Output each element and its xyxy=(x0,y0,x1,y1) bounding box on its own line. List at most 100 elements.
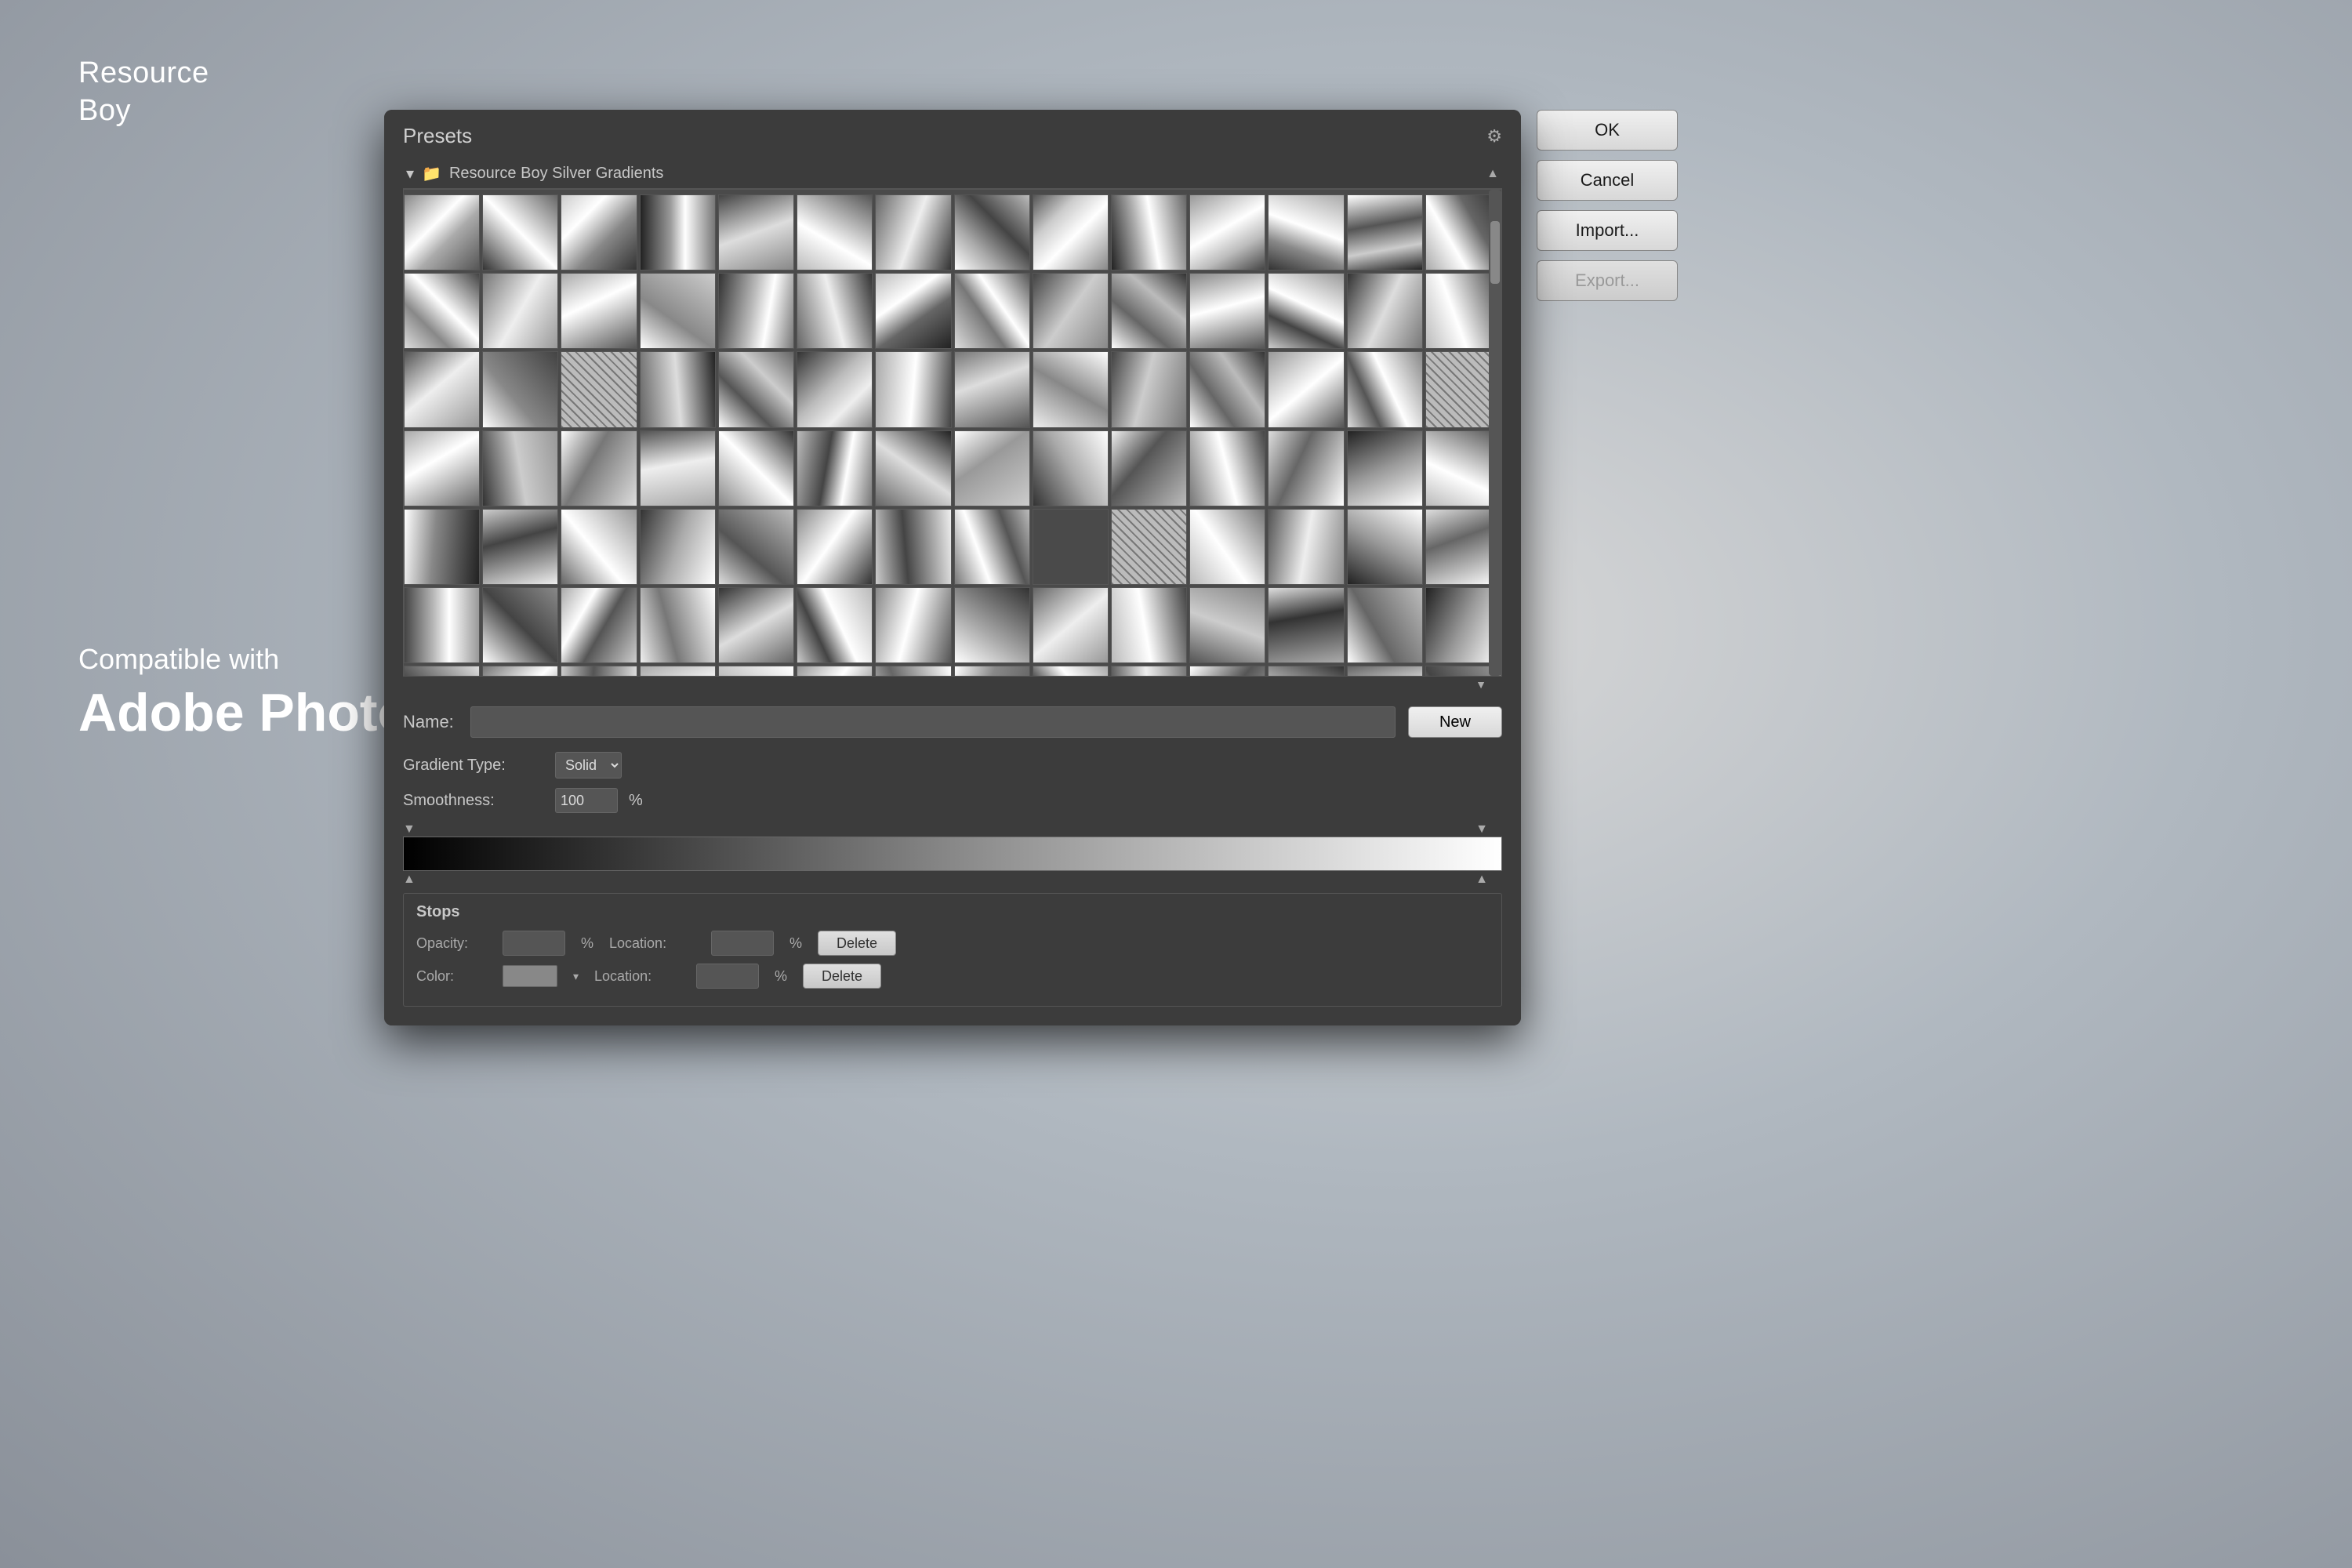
gradient-item[interactable] xyxy=(1347,666,1423,676)
gradient-item[interactable] xyxy=(482,587,558,663)
gradient-item[interactable] xyxy=(404,587,480,663)
gradient-item[interactable] xyxy=(561,509,637,585)
gradient-item[interactable] xyxy=(482,194,558,270)
smoothness-input[interactable] xyxy=(555,788,618,813)
gradient-item[interactable] xyxy=(954,587,1030,663)
folder-row[interactable]: ▾ 📁 Resource Boy Silver Gradients ▲ xyxy=(403,159,1502,189)
gradient-item[interactable] xyxy=(561,194,637,270)
gradient-item[interactable] xyxy=(1347,430,1423,506)
cancel-button[interactable]: Cancel xyxy=(1537,160,1678,201)
gradient-item[interactable] xyxy=(404,194,480,270)
grid-scrollbar[interactable] xyxy=(1489,190,1501,676)
gradient-item[interactable] xyxy=(1347,194,1423,270)
gradient-item[interactable] xyxy=(640,666,716,676)
gradient-item[interactable] xyxy=(797,430,873,506)
gradient-item[interactable] xyxy=(875,587,951,663)
gradient-item[interactable] xyxy=(1189,587,1265,663)
gradient-item[interactable] xyxy=(954,351,1030,427)
gradient-item[interactable] xyxy=(1111,509,1187,585)
gradient-item[interactable] xyxy=(640,273,716,349)
gradient-item[interactable] xyxy=(1268,194,1344,270)
gradient-item[interactable] xyxy=(718,666,794,676)
gradient-item[interactable] xyxy=(797,509,873,585)
gradient-item[interactable] xyxy=(640,509,716,585)
gradient-item[interactable] xyxy=(1033,430,1109,506)
gradient-item[interactable] xyxy=(1189,666,1265,676)
gradient-item[interactable] xyxy=(1189,273,1265,349)
gradient-item[interactable] xyxy=(404,509,480,585)
gradient-item[interactable] xyxy=(482,509,558,585)
gradient-item[interactable] xyxy=(797,587,873,663)
gradient-item[interactable] xyxy=(718,273,794,349)
gradient-item[interactable] xyxy=(954,273,1030,349)
gradient-item[interactable] xyxy=(1111,351,1187,427)
export-button[interactable]: Export... xyxy=(1537,260,1678,301)
gradient-item[interactable] xyxy=(797,351,873,427)
gradient-item[interactable] xyxy=(561,587,637,663)
gradient-item[interactable] xyxy=(1347,509,1423,585)
gradient-item[interactable] xyxy=(1189,351,1265,427)
gradient-item[interactable] xyxy=(1268,273,1344,349)
gradient-item[interactable] xyxy=(718,194,794,270)
gear-icon[interactable]: ⚙ xyxy=(1486,126,1502,147)
color-swatch[interactable] xyxy=(503,965,557,987)
gradient-item[interactable] xyxy=(561,273,637,349)
gradient-item[interactable] xyxy=(954,666,1030,676)
gradient-item[interactable] xyxy=(482,430,558,506)
ok-button[interactable]: OK xyxy=(1537,110,1678,151)
gradient-item[interactable] xyxy=(1033,587,1109,663)
color-location-input[interactable] xyxy=(696,964,759,989)
gradient-item[interactable] xyxy=(875,194,951,270)
gradient-item[interactable] xyxy=(1268,666,1344,676)
gradient-item[interactable] xyxy=(1268,351,1344,427)
gradient-item[interactable] xyxy=(404,430,480,506)
gradient-item[interactable] xyxy=(640,587,716,663)
gradient-item[interactable] xyxy=(718,587,794,663)
gradient-item[interactable] xyxy=(640,351,716,427)
new-button[interactable]: New xyxy=(1408,706,1502,738)
gradient-item[interactable] xyxy=(954,430,1030,506)
gradient-bar[interactable] xyxy=(403,837,1502,871)
gradient-item[interactable] xyxy=(404,666,480,676)
gradient-item[interactable] xyxy=(1111,587,1187,663)
gradient-item[interactable] xyxy=(1111,666,1187,676)
gradient-item[interactable] xyxy=(482,666,558,676)
gradient-item[interactable] xyxy=(1268,430,1344,506)
gradient-item[interactable] xyxy=(561,430,637,506)
gradient-item[interactable] xyxy=(561,666,637,676)
gradient-item[interactable] xyxy=(1268,587,1344,663)
gradient-item[interactable] xyxy=(718,509,794,585)
gradient-item[interactable] xyxy=(954,509,1030,585)
gradient-item[interactable] xyxy=(1033,194,1109,270)
gradient-item[interactable] xyxy=(1111,430,1187,506)
right-opacity-stop[interactable]: ▼ xyxy=(1475,822,1488,837)
gradient-item[interactable] xyxy=(1033,509,1109,585)
gradient-item[interactable] xyxy=(1033,273,1109,349)
gradient-item[interactable] xyxy=(875,273,951,349)
gradient-item[interactable] xyxy=(797,194,873,270)
gradient-item[interactable] xyxy=(1189,194,1265,270)
gradient-item[interactable] xyxy=(1347,587,1423,663)
gradient-item[interactable] xyxy=(797,273,873,349)
gradient-item[interactable] xyxy=(1268,509,1344,585)
gradient-item[interactable] xyxy=(482,273,558,349)
gradient-item[interactable] xyxy=(954,194,1030,270)
gradient-item[interactable] xyxy=(1111,273,1187,349)
gradient-type-select[interactable]: Solid Noise xyxy=(555,752,622,779)
opacity-location-input[interactable] xyxy=(711,931,774,956)
gradient-item[interactable] xyxy=(718,351,794,427)
left-opacity-stop[interactable]: ▼ xyxy=(403,822,416,837)
color-delete-button[interactable]: Delete xyxy=(803,964,881,989)
gradient-item[interactable] xyxy=(875,509,951,585)
left-color-stop[interactable]: ▲ xyxy=(403,873,416,887)
right-color-stop[interactable]: ▲ xyxy=(1475,873,1488,887)
gradient-item[interactable] xyxy=(875,430,951,506)
gradient-item[interactable] xyxy=(1347,273,1423,349)
name-input[interactable] xyxy=(470,706,1396,738)
import-button[interactable]: Import... xyxy=(1537,210,1678,251)
gradient-item[interactable] xyxy=(718,430,794,506)
color-dropdown-arrow[interactable]: ▾ xyxy=(573,970,579,983)
gradient-item[interactable] xyxy=(1189,430,1265,506)
gradient-item[interactable] xyxy=(1189,509,1265,585)
gradient-item[interactable] xyxy=(640,430,716,506)
